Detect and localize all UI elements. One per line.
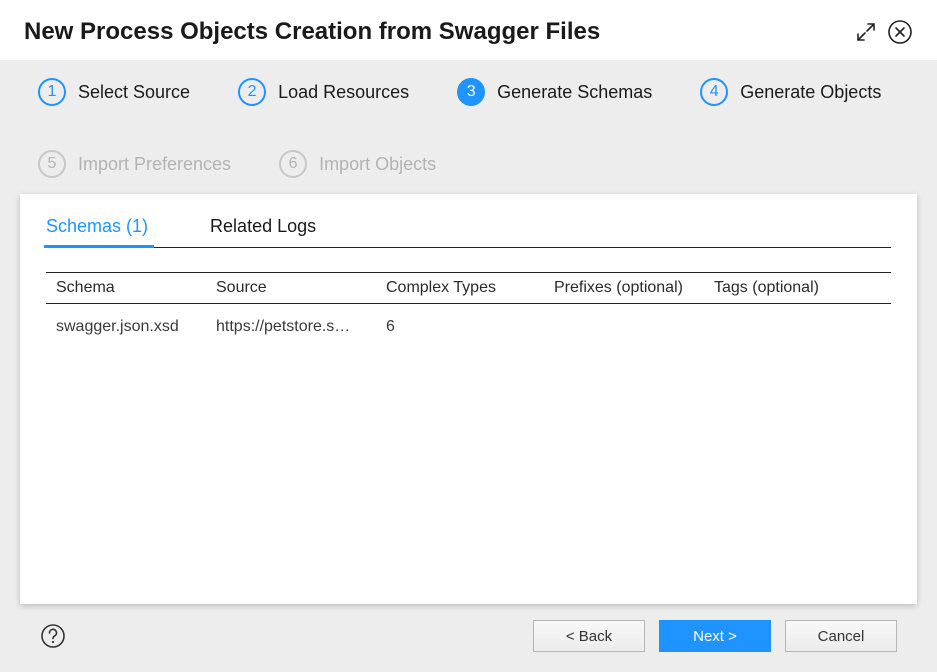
step-label: Generate Objects [740, 82, 881, 103]
close-icon[interactable] [887, 19, 913, 45]
step-label: Import Objects [319, 154, 436, 175]
step-select-source[interactable]: 1 Select Source [38, 78, 190, 106]
step-load-resources[interactable]: 2 Load Resources [238, 78, 409, 106]
next-button[interactable]: Next > [659, 620, 771, 652]
header-icons [855, 19, 913, 45]
cell-schema: swagger.json.xsd [56, 318, 216, 336]
step-generate-schemas[interactable]: 3 Generate Schemas [457, 78, 652, 106]
step-number: 2 [238, 78, 266, 106]
back-button[interactable]: < Back [533, 620, 645, 652]
col-schema: Schema [56, 279, 216, 297]
step-generate-objects[interactable]: 4 Generate Objects [700, 78, 881, 106]
tabs: Schemas (1) Related Logs [46, 216, 891, 248]
dialog-body: 1 Select Source 2 Load Resources 3 Gener… [0, 60, 937, 672]
col-tags: Tags (optional) [714, 279, 881, 297]
table-header: Schema Source Complex Types Prefixes (op… [46, 272, 891, 304]
dialog: New Process Objects Creation from Swagge… [0, 0, 937, 672]
step-label: Select Source [78, 82, 190, 103]
step-number: 6 [279, 150, 307, 178]
cell-source: https://petstore.s… [216, 318, 386, 336]
cancel-button[interactable]: Cancel [785, 620, 897, 652]
schemas-table: Schema Source Complex Types Prefixes (op… [46, 272, 891, 586]
cell-tags [714, 318, 881, 336]
step-import-objects: 6 Import Objects [279, 150, 436, 178]
expand-icon[interactable] [855, 21, 877, 43]
step-number: 3 [457, 78, 485, 106]
tab-schemas[interactable]: Schemas (1) [46, 216, 148, 247]
step-label: Generate Schemas [497, 82, 652, 103]
dialog-header: New Process Objects Creation from Swagge… [0, 0, 937, 60]
cell-prefixes [554, 318, 714, 336]
step-import-preferences: 5 Import Preferences [38, 150, 231, 178]
step-number: 5 [38, 150, 66, 178]
step-number: 1 [38, 78, 66, 106]
col-source: Source [216, 279, 386, 297]
wizard-steps: 1 Select Source 2 Load Resources 3 Gener… [20, 60, 917, 194]
help-icon[interactable] [40, 623, 66, 649]
table-row[interactable]: swagger.json.xsd https://petstore.s… 6 [46, 304, 891, 350]
tab-related-logs[interactable]: Related Logs [210, 216, 316, 247]
col-prefixes: Prefixes (optional) [554, 279, 714, 297]
dialog-footer: < Back Next > Cancel [20, 620, 917, 672]
step-label: Load Resources [278, 82, 409, 103]
step-label: Import Preferences [78, 154, 231, 175]
dialog-title: New Process Objects Creation from Swagge… [24, 18, 600, 46]
col-complex-types: Complex Types [386, 279, 554, 297]
step-number: 4 [700, 78, 728, 106]
cell-complex-types: 6 [386, 318, 554, 336]
content-panel: Schemas (1) Related Logs Schema Source C… [20, 194, 917, 604]
